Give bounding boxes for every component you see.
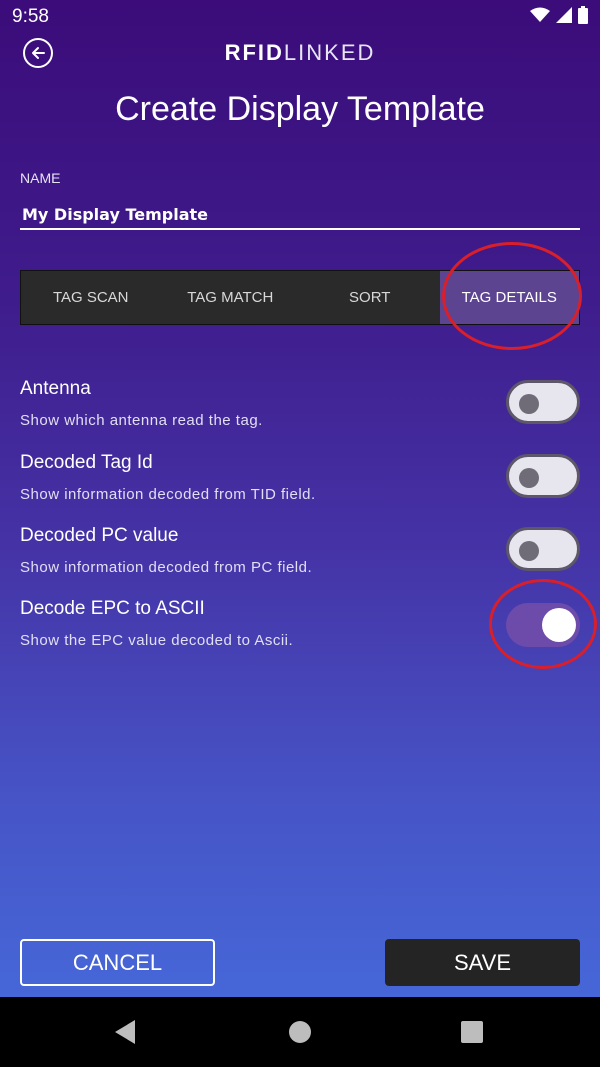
battery-icon — [578, 6, 588, 24]
nav-back-button[interactable] — [110, 1017, 140, 1047]
decode-epc-ascii-toggle[interactable] — [506, 603, 580, 647]
setting-antenna: Antenna Show which antenna read the tag. — [20, 378, 580, 438]
save-button[interactable]: SAVE — [385, 939, 580, 986]
tab-tag-scan[interactable]: TAG SCAN — [21, 271, 161, 324]
triangle-back-icon — [115, 1020, 135, 1044]
nav-recents-button[interactable] — [457, 1017, 487, 1047]
square-recents-icon — [461, 1021, 483, 1043]
setting-description: Show the EPC value decoded to Ascii. — [20, 632, 294, 649]
logo-light-text: LINKED — [283, 40, 376, 65]
setting-description: Show information decoded from PC field. — [20, 559, 313, 576]
template-tabs: TAG SCAN TAG MATCH SORT TAG DETAILS — [20, 270, 580, 325]
signal-icon — [556, 7, 572, 23]
app-logo: RFIDLINKED — [0, 40, 600, 66]
setting-description: Show information decoded from TID field. — [20, 486, 316, 503]
status-time: 9:58 — [12, 6, 49, 27]
setting-title: Antenna — [20, 378, 91, 399]
android-nav-bar — [0, 997, 600, 1067]
logo-bold-text: RFID — [224, 40, 284, 65]
template-name-input[interactable] — [20, 200, 580, 230]
circle-home-icon — [289, 1021, 311, 1043]
app-screen: 9:58 RFIDLINKED Create Display Template … — [0, 0, 600, 997]
status-icons — [530, 6, 588, 24]
decoded-tag-id-toggle[interactable] — [506, 454, 580, 498]
setting-decoded-tag-id: Decoded Tag Id Show information decoded … — [20, 452, 580, 512]
setting-title: Decoded PC value — [20, 525, 179, 546]
setting-title: Decoded Tag Id — [20, 452, 153, 473]
tab-tag-match[interactable]: TAG MATCH — [161, 271, 301, 324]
decoded-pc-value-toggle[interactable] — [506, 527, 580, 571]
tab-tag-details[interactable]: TAG DETAILS — [439, 271, 579, 324]
toggle-knob — [519, 468, 539, 488]
antenna-toggle[interactable] — [506, 380, 580, 424]
setting-decoded-pc-value: Decoded PC value Show information decode… — [20, 525, 580, 585]
toggle-knob — [519, 541, 539, 561]
page-title: Create Display Template — [115, 90, 485, 128]
setting-title: Decode EPC to ASCII — [20, 598, 205, 619]
name-label: NAME — [20, 170, 61, 186]
tab-sort[interactable]: SORT — [300, 271, 440, 324]
toggle-knob — [519, 394, 539, 414]
nav-home-button[interactable] — [285, 1017, 315, 1047]
status-bar: 9:58 — [0, 0, 600, 36]
setting-description: Show which antenna read the tag. — [20, 412, 263, 429]
setting-decode-epc-ascii: Decode EPC to ASCII Show the EPC value d… — [20, 598, 580, 658]
wifi-icon — [530, 7, 550, 22]
toggle-knob — [542, 608, 576, 642]
cancel-button[interactable]: CANCEL — [20, 939, 215, 986]
